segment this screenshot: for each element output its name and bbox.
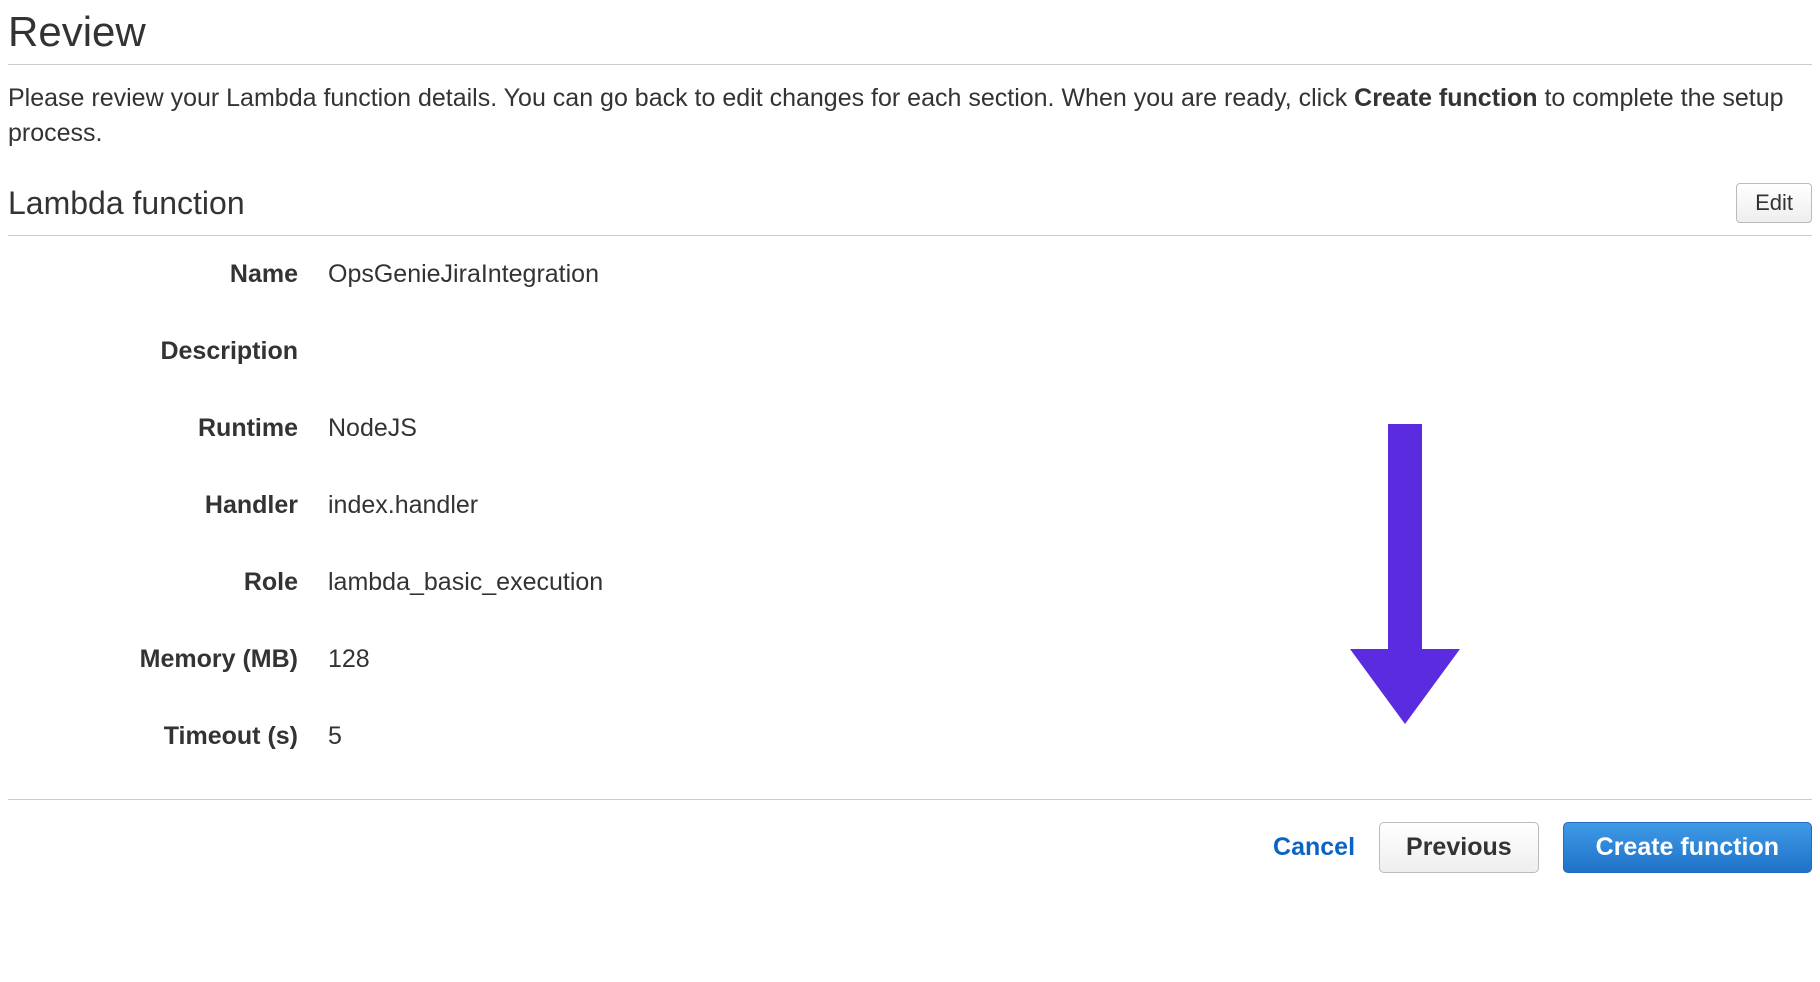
field-row-runtime: Runtime NodeJS [8,414,1812,443]
field-value-runtime: NodeJS [328,414,417,443]
section-title: Lambda function [8,185,245,222]
page-title: Review [8,8,1812,56]
field-value-timeout: 5 [328,722,342,751]
previous-button[interactable]: Previous [1379,822,1539,873]
section-header: Lambda function Edit [8,183,1812,236]
intro-before: Please review your Lambda function detai… [8,84,1354,112]
create-function-button[interactable]: Create function [1563,822,1812,873]
field-label-description: Description [8,337,328,366]
field-value-name: OpsGenieJiraIntegration [328,260,599,289]
field-label-timeout: Timeout (s) [8,722,328,751]
field-row-role: Role lambda_basic_execution [8,568,1812,597]
field-row-description: Description [8,337,1812,366]
title-divider [8,64,1812,65]
field-label-name: Name [8,260,328,289]
field-row-timeout: Timeout (s) 5 [8,722,1812,751]
footer-bar: Cancel Previous Create function [8,799,1812,873]
field-row-name: Name OpsGenieJiraIntegration [8,260,1812,289]
lambda-fields: Name OpsGenieJiraIntegration Description… [8,260,1812,751]
intro-text: Please review your Lambda function detai… [8,81,1812,151]
field-value-memory: 128 [328,645,370,674]
field-row-memory: Memory (MB) 128 [8,645,1812,674]
field-label-role: Role [8,568,328,597]
field-value-handler: index.handler [328,491,478,520]
intro-bold: Create function [1354,84,1537,112]
field-label-handler: Handler [8,491,328,520]
field-row-handler: Handler index.handler [8,491,1812,520]
cancel-link[interactable]: Cancel [1273,833,1355,862]
field-label-runtime: Runtime [8,414,328,443]
edit-button[interactable]: Edit [1736,183,1812,223]
field-value-role: lambda_basic_execution [328,568,603,597]
field-label-memory: Memory (MB) [8,645,328,674]
